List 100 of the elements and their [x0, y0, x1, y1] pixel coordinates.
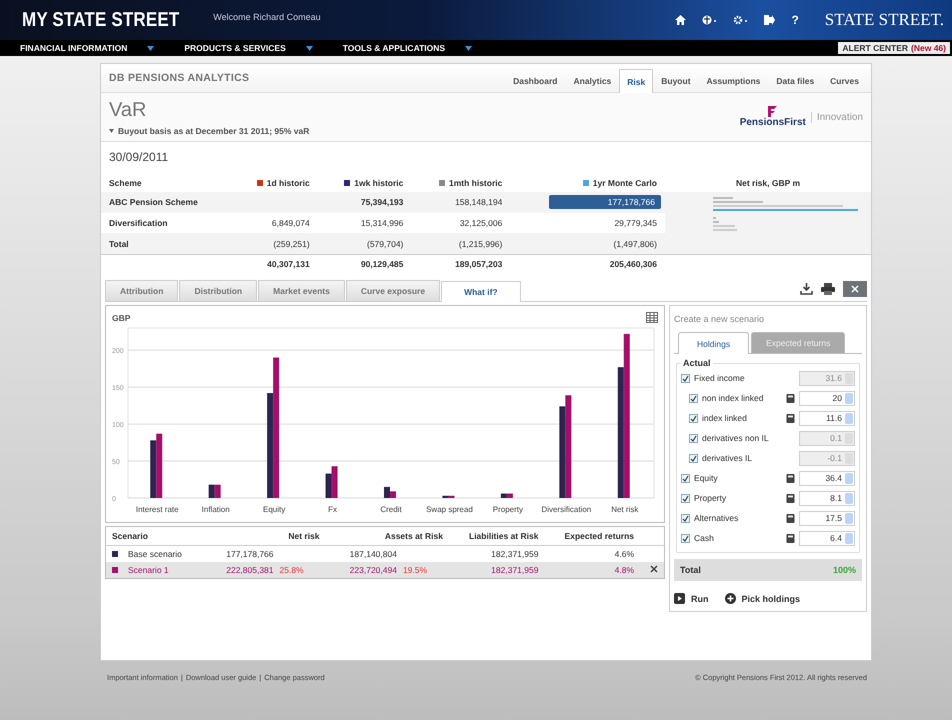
column-header: Net risk	[202, 526, 326, 546]
column-header: Scenario	[106, 526, 202, 546]
table-cell: ABC Pension Scheme	[101, 192, 232, 213]
table-cell: 6,849,074	[232, 212, 318, 234]
calculator-icon[interactable]	[786, 494, 795, 502]
settings-icon[interactable]	[733, 15, 748, 25]
group-label: Actual	[682, 358, 712, 368]
holding-label: Property	[694, 493, 728, 503]
download-icon[interactable]	[800, 283, 813, 295]
welcome-text: Welcome Richard Comeau	[213, 12, 321, 22]
number-field[interactable]: 8.1	[799, 490, 855, 506]
table-cell: 158,148,194	[411, 192, 510, 213]
scenario-name: Base scenario	[128, 549, 182, 559]
calculator-icon[interactable]	[786, 534, 795, 542]
checkbox[interactable]	[681, 534, 690, 542]
brand-logo: STATE STREET.	[824, 10, 944, 30]
tab[interactable]: Distribution	[179, 280, 258, 301]
nav-menu[interactable]: PRODUCTS & SERVICES	[180, 43, 317, 53]
tab[interactable]: Curves	[822, 69, 867, 92]
plus-icon	[724, 593, 736, 604]
table-cell: Diversification	[101, 212, 232, 234]
tab[interactable]: Data files	[768, 69, 822, 92]
column-header: Scheme	[101, 174, 232, 192]
nav-menu[interactable]: TOOLS & APPLICATIONS	[338, 43, 476, 53]
checkbox[interactable]	[689, 414, 698, 422]
tab[interactable]: Assumptions	[698, 69, 768, 92]
table-cell: 222,805,381	[226, 565, 274, 575]
holding-label: non index linked	[702, 393, 764, 403]
table-cell: (259,251)	[232, 233, 318, 254]
table-cell[interactable]: 205,460,306	[610, 258, 657, 268]
table-icon[interactable]	[646, 312, 658, 323]
caret-icon[interactable]	[147, 46, 154, 50]
app-title: DB PENSIONS ANALYTICS	[109, 72, 250, 84]
table-cell: 32,125,006	[411, 212, 510, 234]
caret-icon[interactable]	[306, 46, 313, 50]
basis-text: Buyout basis as at December 31 2011; 95% vaR	[118, 126, 310, 136]
close-button[interactable]	[843, 281, 867, 297]
change-percent: 25.8%	[280, 565, 305, 575]
flag-icon	[768, 106, 778, 117]
caret-icon[interactable]	[465, 46, 472, 50]
date-heading: 30/09/2011	[108, 149, 170, 166]
table-cell: 182,371,959	[448, 562, 544, 578]
category-label: Net risk	[611, 505, 638, 514]
page-title: VaR	[109, 98, 148, 122]
table-cell: 187,140,804	[350, 549, 397, 559]
tab[interactable]: What if?	[441, 281, 521, 302]
alert-center[interactable]: ALERT CENTER (New 46)	[838, 42, 950, 54]
holding-label: index linked	[702, 413, 748, 423]
table-cell: 182,371,959	[448, 546, 544, 562]
category-label: Inflation	[202, 505, 230, 514]
checkbox[interactable]	[689, 394, 698, 402]
tab[interactable]: Risk	[619, 69, 654, 93]
table-cell[interactable]: 29,779,345	[614, 218, 657, 228]
table-cell: (1,215,996)	[411, 233, 510, 254]
partner-tagline: Innovation	[810, 112, 863, 122]
column-header: Expected returns	[544, 526, 640, 546]
tab[interactable]: Holdings	[678, 332, 750, 354]
checkbox[interactable]	[681, 374, 690, 382]
category-label: Equity	[263, 505, 286, 514]
calculator-icon[interactable]	[786, 414, 795, 422]
tab[interactable]: Buyout	[653, 69, 699, 92]
partner-logo: PensionsFirst	[740, 117, 806, 128]
checkbox[interactable]	[681, 494, 690, 502]
print-icon[interactable]	[821, 283, 835, 295]
number-field[interactable]: 20	[799, 390, 855, 406]
table-cell: 189,057,203	[411, 254, 510, 272]
help-icon[interactable]: ?	[791, 13, 799, 27]
pick-holdings-button[interactable]: Pick holdings	[724, 593, 800, 604]
remove-icon[interactable]	[650, 565, 658, 573]
logout-icon[interactable]	[764, 15, 776, 25]
tab[interactable]: Analytics	[565, 69, 620, 92]
column-header: Net risk, GBP m	[665, 174, 871, 192]
nav-menu[interactable]: FINANCIAL INFORMATION	[16, 43, 158, 53]
tab[interactable]: Market events	[258, 280, 345, 301]
calculator-icon[interactable]	[786, 474, 795, 482]
column-header: Liabilities at Risk	[448, 526, 544, 546]
number-field[interactable]: 6.4	[799, 530, 855, 546]
checkbox[interactable]	[689, 454, 698, 462]
checkbox[interactable]	[681, 474, 690, 482]
table-cell[interactable]: (1,497,806)	[614, 238, 657, 249]
column-header: 1mth historic	[411, 174, 510, 192]
calculator-icon[interactable]	[786, 394, 795, 402]
globe-icon[interactable]	[702, 15, 718, 25]
tab[interactable]: Curve exposure	[346, 280, 440, 301]
calculator-icon[interactable]	[786, 514, 795, 522]
number-field[interactable]: 11.6	[799, 410, 855, 426]
tab[interactable]: Attribution	[105, 280, 178, 301]
checkbox[interactable]	[681, 514, 690, 522]
caret-icon[interactable]	[109, 128, 114, 132]
table-cell[interactable]: 177,178,766	[549, 195, 661, 210]
holding-label: Alternatives	[694, 513, 740, 523]
logo[interactable]: MY STATE STREET	[22, 8, 180, 32]
home-icon[interactable]	[675, 15, 686, 25]
number-field[interactable]: 36.4	[799, 470, 855, 486]
tab[interactable]: Dashboard	[505, 69, 566, 92]
table-cell: 15,314,996	[318, 212, 412, 234]
category-label: Property	[492, 505, 523, 514]
number-field[interactable]: 17.5	[799, 510, 855, 526]
checkbox[interactable]	[689, 434, 698, 442]
run-button[interactable]: Run	[674, 593, 708, 604]
